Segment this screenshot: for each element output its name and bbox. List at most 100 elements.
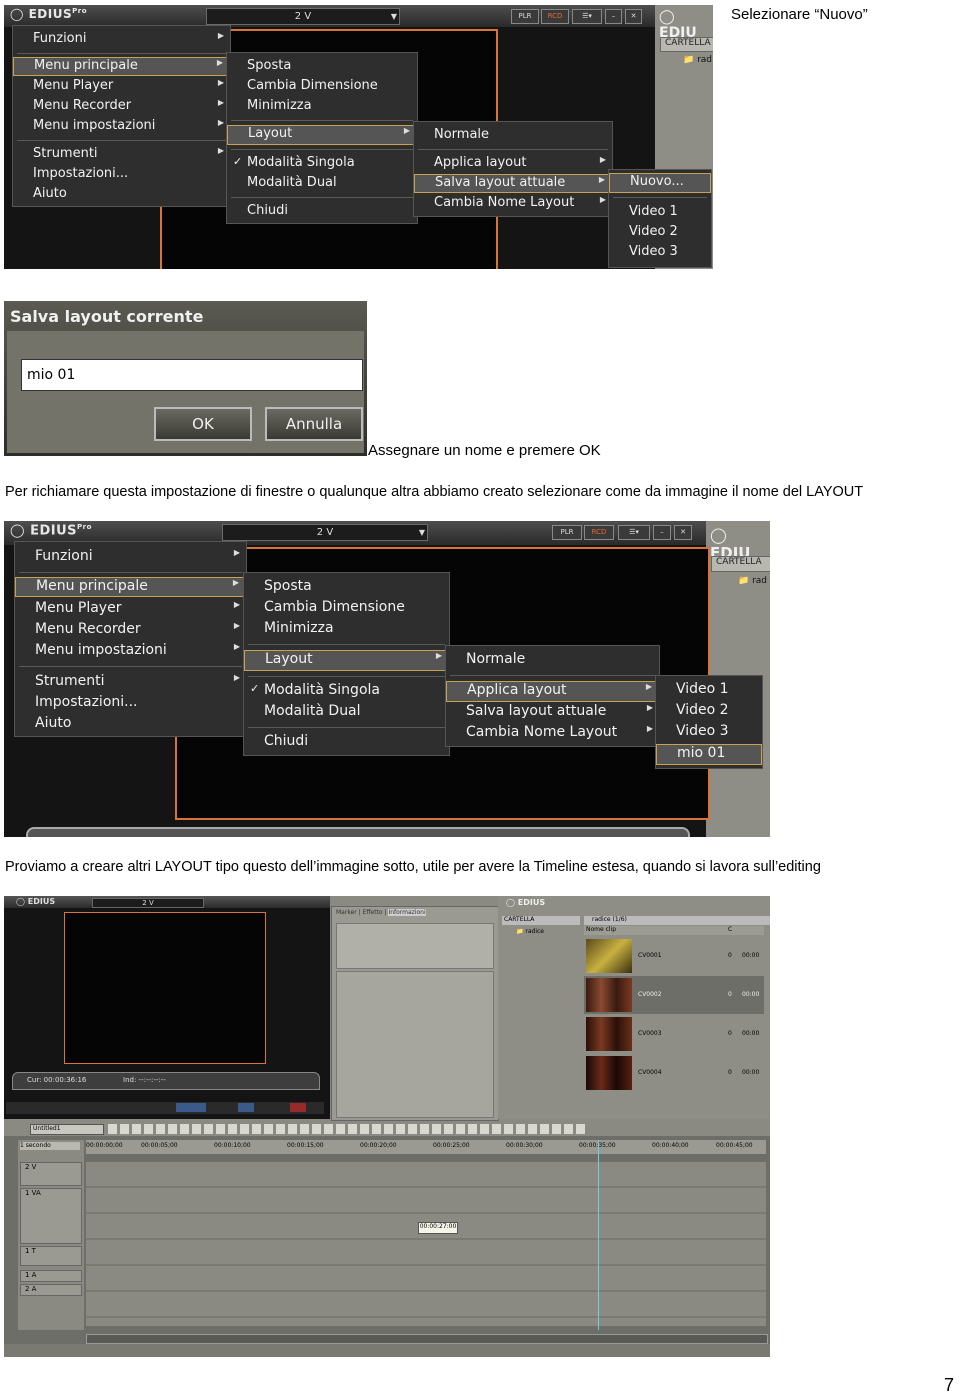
ok-button[interactable]: OK: [154, 407, 252, 441]
menu-item-video1[interactable]: Video 1: [656, 681, 762, 701]
track-header[interactable]: 1 VA: [20, 1188, 82, 1244]
menu-item-sposta[interactable]: Sposta: [244, 578, 449, 598]
rcd-button[interactable]: RCD: [584, 525, 614, 540]
scrub-bar[interactable]: [26, 827, 690, 837]
track-combo[interactable]: 2 V ▼: [206, 8, 400, 25]
layout-menu-button[interactable]: ☰▾: [618, 525, 650, 540]
dialog-title: Salva layout corrente: [10, 307, 204, 326]
player-window: ◯ EDIUS 2 V Cur: 00:00:36:16 Ind: --:--:…: [4, 896, 330, 1119]
track-combo[interactable]: 2 V ▼: [222, 524, 428, 541]
track-header[interactable]: 2 A: [20, 1284, 82, 1296]
clip-row[interactable]: CV0003 0 00:00: [584, 1015, 764, 1053]
clip-row[interactable]: CV0002 0 00:00: [584, 976, 764, 1014]
menu-item-chiudi[interactable]: Chiudi: [227, 203, 417, 221]
menu-item-strumenti[interactable]: Strumenti ▶: [15, 673, 246, 693]
clip-row[interactable]: CV0001 0 00:00: [584, 937, 764, 975]
menu-item-chiudi[interactable]: Chiudi: [244, 733, 449, 753]
menu-item-sposta[interactable]: Sposta: [227, 58, 417, 76]
menu-item-normale[interactable]: Normale: [414, 127, 612, 145]
main-menu: Funzioni ▶ Menu principale ▶ Menu Player ▶ …: [14, 541, 247, 737]
close-icon[interactable]: ✕: [625, 9, 642, 24]
menu-item-impostazioni[interactable]: Impostazioni...: [15, 694, 246, 714]
folder-radice[interactable]: 📁 radice: [516, 928, 544, 935]
menu-item-modalita-singola[interactable]: ✓ Modalità Singola: [244, 682, 449, 702]
layout-menu-button[interactable]: ☰▾: [572, 9, 602, 24]
menu-item-cambia-nome-layout[interactable]: Cambia Nome Layout ▶: [414, 195, 612, 213]
tab-informazioni[interactable]: Informazioni: [388, 909, 426, 916]
main-menu: Funzioni ▶ Menu principale ▶ Menu Player ▶ …: [12, 25, 231, 207]
annulla-button[interactable]: Annulla: [265, 407, 363, 441]
tab-marker[interactable]: Marker: [336, 909, 357, 916]
menu-item-menu-principale[interactable]: Menu principale ▶: [15, 577, 246, 597]
menu-item-salva-layout-attuale[interactable]: Salva layout attuale ▶: [414, 174, 612, 193]
menu-item-layout[interactable]: Layout ▶: [244, 650, 449, 671]
menu-item-video3[interactable]: Video 3: [609, 244, 711, 262]
track-combo[interactable]: 2 V: [92, 898, 204, 908]
menu-item-nuovo[interactable]: Nuovo...: [609, 173, 711, 193]
menu-item-salva-layout-attuale[interactable]: Salva layout attuale ▶: [446, 703, 659, 723]
sequence-tab[interactable]: Untitled1: [30, 1124, 104, 1135]
menu-item-video2[interactable]: Video 2: [609, 224, 711, 242]
menu-item-layout[interactable]: Layout ▶: [227, 125, 417, 145]
transport-controls[interactable]: [6, 1102, 324, 1114]
salva-submenu: Nuovo... Video 1 Video 2 Video 3: [608, 169, 712, 268]
menu-item-minimizza[interactable]: Minimizza: [227, 98, 417, 116]
layout-name-input[interactable]: mio 01: [21, 359, 363, 391]
timeline-scrollbar[interactable]: [86, 1334, 768, 1344]
menu-item-modalita-singola[interactable]: ✓ Modalità Singola: [227, 155, 417, 173]
menu-item-menu-principale[interactable]: Menu principale ▶: [13, 57, 230, 76]
menu-item-applica-layout[interactable]: Applica layout ▶: [446, 681, 659, 702]
menu-item-minimizza[interactable]: Minimizza: [244, 620, 449, 640]
minimize-icon[interactable]: –: [605, 9, 622, 24]
menu-item-menu-player[interactable]: Menu Player ▶: [15, 600, 246, 620]
track-header[interactable]: 1 T: [20, 1246, 82, 1266]
scale-selector[interactable]: 1 secondo: [20, 1142, 80, 1150]
menu-item-video2[interactable]: Video 2: [656, 702, 762, 722]
plr-button[interactable]: PLR: [511, 9, 539, 24]
clip-row[interactable]: CV0004 0 00:00: [584, 1054, 764, 1092]
tab-effetto[interactable]: Effetto: [363, 909, 383, 916]
menu-item-video3[interactable]: Video 3: [656, 723, 762, 743]
folder-radice[interactable]: 📁 rad: [738, 576, 767, 586]
page-number: 7: [944, 1375, 955, 1395]
menu-item-aiuto[interactable]: Aiuto: [13, 186, 230, 204]
menu-item-normale[interactable]: Normale: [446, 651, 659, 671]
check-icon: ✓: [233, 155, 243, 168]
timeline-ruler[interactable]: 00:00:00;00 00:00:05;00 00:00:10;00 00:0…: [86, 1140, 766, 1154]
track-header[interactable]: 1 A: [20, 1270, 82, 1282]
menu-item-cambia-dimensione[interactable]: Cambia Dimensione: [244, 599, 449, 619]
minimize-icon[interactable]: –: [653, 525, 671, 540]
menu-item-strumenti[interactable]: Strumenti ▶: [13, 146, 230, 164]
rcd-button[interactable]: RCD: [541, 9, 569, 24]
menu-item-menu-recorder[interactable]: Menu Recorder ▶: [15, 621, 246, 641]
menu-item-aiuto[interactable]: Aiuto: [15, 715, 246, 735]
playhead[interactable]: [598, 1140, 599, 1330]
menu-item-funzioni[interactable]: Funzioni ▶: [13, 31, 230, 49]
cartella-header: CARTELLA: [660, 37, 713, 52]
menu-item-menu-recorder[interactable]: Menu Recorder ▶: [13, 98, 230, 116]
dialog-salva-layout: Salva layout corrente mio 01 OK Annulla: [4, 301, 367, 456]
cartella-header: CARTELLA: [711, 556, 770, 572]
track-header[interactable]: 2 V: [20, 1162, 82, 1186]
cartella-header: CARTELLA: [502, 916, 580, 925]
menu-item-menu-player[interactable]: Menu Player ▶: [13, 78, 230, 96]
menu-item-video1[interactable]: Video 1: [609, 204, 711, 222]
timeline-toolbar: Untitled1: [4, 1122, 770, 1136]
timeline-tracks[interactable]: [86, 1162, 766, 1326]
menu-item-modalita-dual[interactable]: Modalità Dual: [227, 175, 417, 193]
menu-item-mio01[interactable]: mio 01: [656, 744, 762, 765]
menu-item-impostazioni[interactable]: Impostazioni...: [13, 166, 230, 184]
status-bar: [4, 1344, 770, 1357]
menu-item-menu-impostazioni[interactable]: Menu impostazioni ▶: [15, 642, 246, 662]
menu-item-cambia-dimensione[interactable]: Cambia Dimensione: [227, 78, 417, 96]
menu-item-modalita-dual[interactable]: Modalità Dual: [244, 703, 449, 723]
menu-item-menu-impostazioni[interactable]: Menu impostazioni ▶: [13, 118, 230, 136]
caption-selezionare-nuovo: Selezionare “Nuovo”: [731, 6, 868, 23]
menu-item-cambia-nome-layout[interactable]: Cambia Nome Layout ▶: [446, 724, 659, 744]
timecode-bar: Cur: 00:00:36:16 Ind: --:--:--:--: [12, 1072, 320, 1090]
menu-item-applica-layout[interactable]: Applica layout ▶: [414, 155, 612, 173]
menu-item-funzioni[interactable]: Funzioni ▶: [15, 548, 246, 568]
close-icon[interactable]: ✕: [674, 525, 692, 540]
plr-button[interactable]: PLR: [552, 525, 582, 540]
folder-radice[interactable]: 📁 rad: [683, 55, 712, 65]
